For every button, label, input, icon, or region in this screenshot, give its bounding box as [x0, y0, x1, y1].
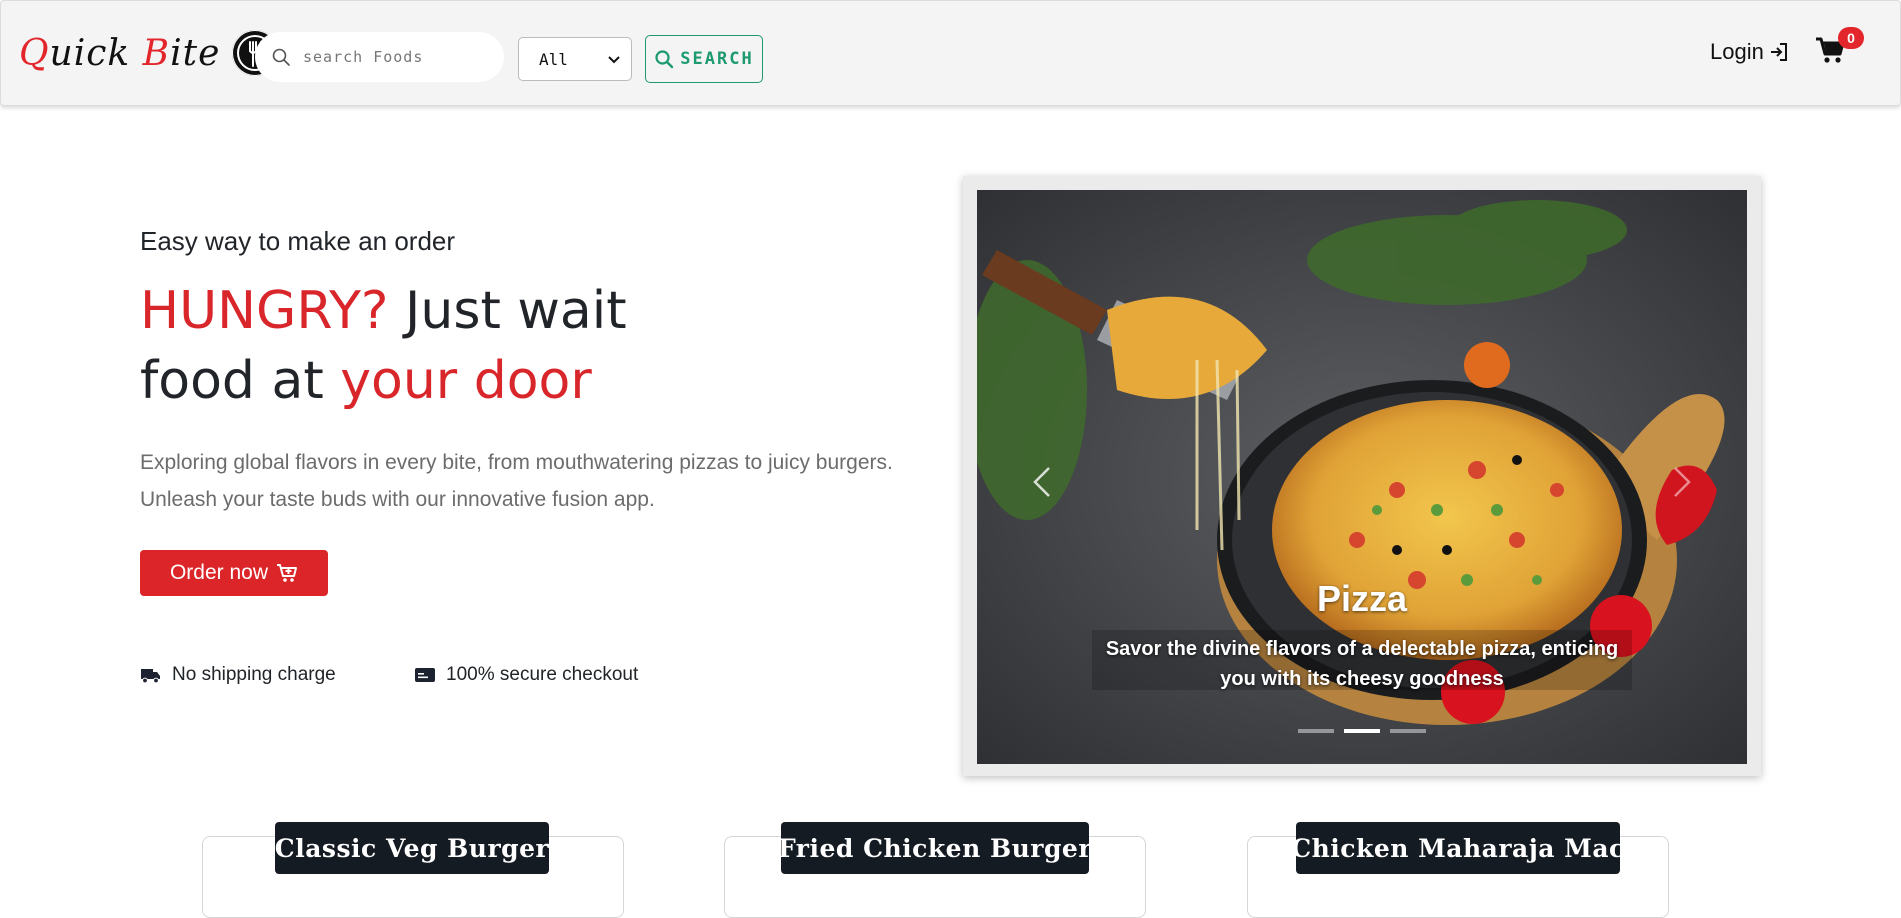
- carousel-indicator-3[interactable]: [1390, 729, 1426, 733]
- feature-no-shipping: No shipping charge: [140, 660, 336, 690]
- carousel-indicator-2[interactable]: [1344, 729, 1380, 733]
- search-input[interactable]: [301, 47, 495, 67]
- search-icon: [272, 48, 290, 66]
- login-label: Login: [1710, 39, 1764, 64]
- category-select-value: All: [539, 49, 568, 69]
- feature-secure-checkout: 100% secure checkout: [414, 660, 638, 690]
- navbar: Quick Bite All SEARCH: [0, 0, 1901, 106]
- carousel-next-icon[interactable]: [1667, 462, 1697, 502]
- product-title: Classic Veg Burger: [275, 822, 549, 874]
- brand[interactable]: Quick Bite: [19, 25, 279, 81]
- hero-description: Exploring global flavors in every bite, …: [140, 451, 893, 511]
- order-now-label: Order now: [169, 561, 269, 584]
- sign-in-icon: [1770, 43, 1787, 61]
- hero-title: HUNGRY? Just wait food at your door: [140, 281, 627, 411]
- category-select[interactable]: All: [518, 37, 632, 81]
- cart-count-badge: 0: [1838, 27, 1864, 49]
- cart-plus-icon: [277, 564, 298, 582]
- feature-label: 100% secure checkout: [446, 664, 639, 685]
- credit-card-icon: [415, 668, 435, 682]
- carousel-prev-icon[interactable]: [1027, 462, 1057, 502]
- carousel-caption-title: Pizza: [1316, 578, 1408, 619]
- product-title: Fried Chicken Burger: [778, 822, 1092, 874]
- brand-name: Quick Bite: [19, 32, 221, 74]
- feature-label: No shipping charge: [172, 664, 336, 685]
- carousel-caption-text: Savor the divine flavors of a delectable…: [1105, 638, 1619, 690]
- product-title: Chicken Maharaja Mac: [1291, 822, 1624, 874]
- carousel-indicator-1[interactable]: [1298, 729, 1334, 733]
- search-button[interactable]: SEARCH: [645, 35, 763, 83]
- hero-carousel[interactable]: Pizza Savor the divine flavors of a dele…: [977, 190, 1747, 764]
- search-icon: [655, 50, 674, 69]
- order-now-button[interactable]: Order now: [140, 550, 328, 596]
- carousel-indicators: [1298, 729, 1426, 733]
- login-link[interactable]: Login: [1710, 36, 1790, 68]
- search-button-label: SEARCH: [680, 49, 754, 69]
- search-box[interactable]: [255, 32, 504, 82]
- chevron-down-icon: [608, 56, 620, 64]
- truck-icon: [141, 669, 160, 684]
- hero-subtitle: Easy way to make an order: [140, 226, 456, 256]
